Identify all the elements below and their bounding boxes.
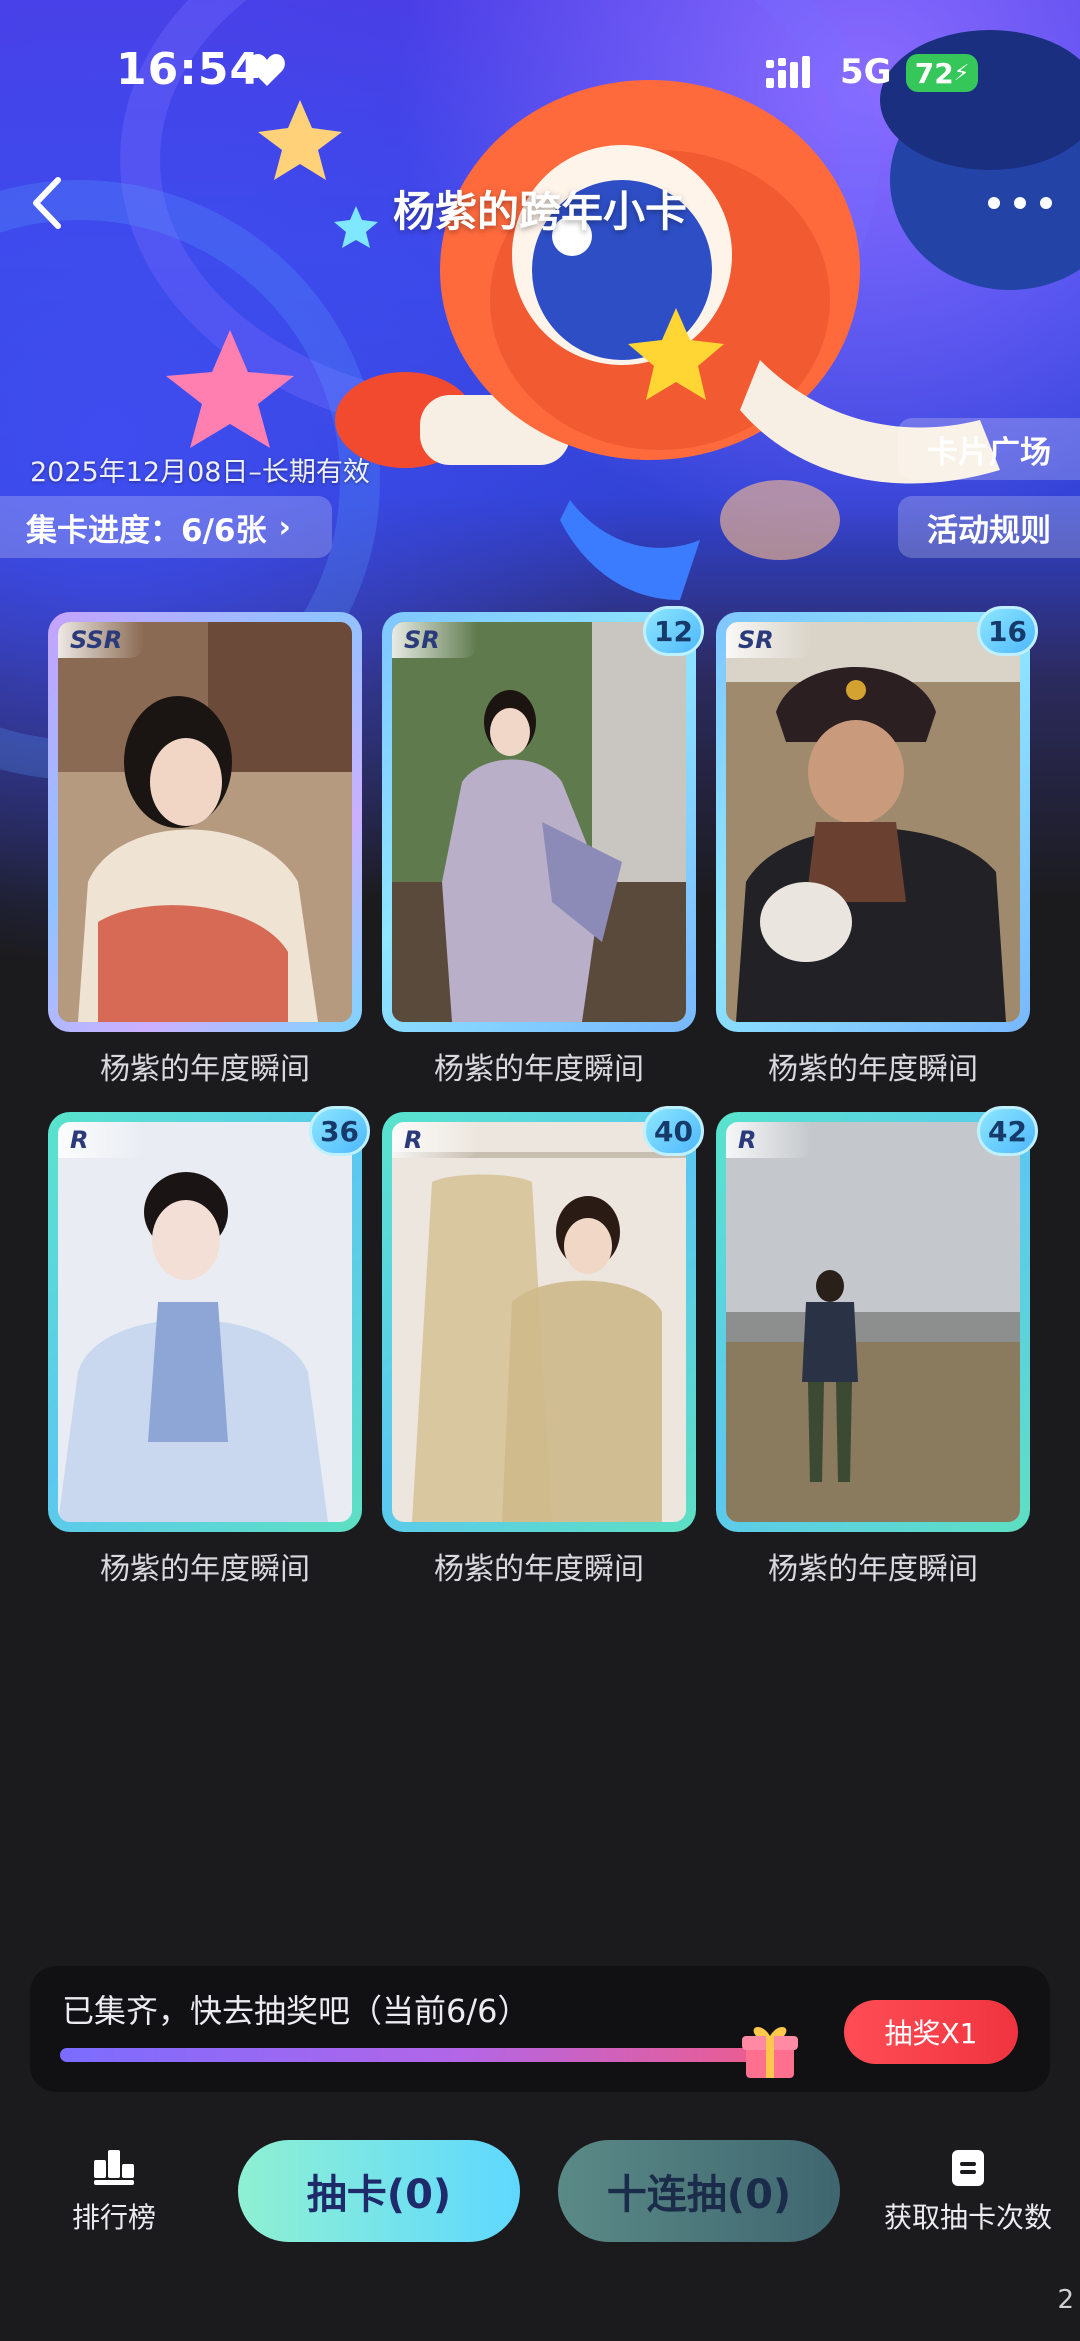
battery-level: 72 [914, 56, 954, 90]
card-item[interactable]: R 36 [48, 1106, 370, 1532]
card-photo [726, 1122, 1020, 1522]
card-item[interactable]: R 40 [382, 1106, 704, 1532]
card-photo [58, 622, 352, 1022]
draw-ten-button[interactable]: 十连抽(0) [558, 2140, 840, 2242]
card-count-badge: 12 [643, 606, 704, 656]
more-options-icon[interactable] [980, 178, 1060, 228]
card-caption: 杨紫的年度瞬间 [768, 1052, 978, 1087]
network-type: 5G [840, 52, 892, 92]
heart-icon [249, 54, 285, 86]
rarity-badge: SR [726, 622, 812, 658]
charging-icon: ⚡ [953, 60, 970, 86]
get-draws-button[interactable]: 获取抽卡次数 [876, 2150, 1060, 2236]
card-photo [58, 1122, 352, 1522]
status-time: 16:54 [116, 44, 262, 95]
back-button[interactable] [20, 168, 80, 238]
card-photo-image [392, 622, 686, 1022]
card-count-badge: 40 [643, 1106, 704, 1156]
card-photo-image [58, 622, 352, 1022]
collect-progress-label: 集卡进度：6/6张 [26, 512, 267, 549]
ranking-icon [94, 2150, 134, 2185]
rarity-badge: R [726, 1122, 812, 1158]
draw-one-button[interactable]: 抽卡(0) [238, 2140, 520, 2242]
card-count-badge: 16 [977, 606, 1038, 656]
card-count-badge: 42 [977, 1106, 1038, 1156]
card-caption: 杨紫的年度瞬间 [768, 1552, 978, 1587]
signal-icon [766, 56, 810, 88]
validity-period: 2025年12月08日–长期有效 [30, 457, 370, 488]
card-item[interactable]: SR 12 [382, 606, 704, 1032]
card-photo [392, 622, 686, 1022]
collect-progress-bar [60, 2048, 780, 2062]
card-photo-image [726, 622, 1020, 1022]
corner-digit: 2 [1057, 2285, 1074, 2315]
card-photo-image [392, 1122, 686, 1522]
card-item[interactable]: R 42 [716, 1106, 1038, 1532]
collect-message: 已集齐，快去抽奖吧（当前6/6） [62, 1992, 530, 2030]
card-caption: 杨紫的年度瞬间 [434, 1052, 644, 1087]
card-caption: 杨紫的年度瞬间 [100, 1552, 310, 1587]
card-item[interactable]: SR 16 [716, 606, 1038, 1032]
rarity-badge: SR [392, 622, 478, 658]
card-count-badge: 36 [309, 1106, 370, 1156]
ticket-icon [952, 2150, 984, 2186]
card-item[interactable]: SSR [48, 612, 362, 1032]
card-caption: 杨紫的年度瞬间 [100, 1052, 310, 1087]
gift-icon [742, 2026, 798, 2078]
page-title: 杨紫的跨年小卡 [392, 187, 687, 236]
get-draws-label: 获取抽卡次数 [883, 2201, 1052, 2234]
lottery-button[interactable]: 抽奖X1 [844, 2000, 1018, 2064]
rarity-badge: R [58, 1122, 144, 1158]
rarity-badge: R [392, 1122, 478, 1158]
chevron-right-icon: › [278, 509, 291, 545]
card-photo-image [58, 1122, 352, 1522]
collect-progress-chip[interactable]: 集卡进度：6/6张 › [0, 496, 332, 558]
ranking-label: 排行榜 [71, 2201, 156, 2234]
card-caption: 杨紫的年度瞬间 [434, 1552, 644, 1587]
rarity-badge: SSR [58, 622, 144, 658]
activity-rules-button[interactable]: 活动规则 [898, 496, 1080, 558]
status-bar: 16:54 5G 72 ⚡ [0, 0, 1080, 150]
ranking-button[interactable]: 排行榜 [56, 2150, 172, 2236]
card-photo-image [726, 1122, 1020, 1522]
card-plaza-button[interactable]: 卡片广场 [898, 418, 1080, 480]
card-photo [726, 622, 1020, 1022]
collect-complete-panel: 已集齐，快去抽奖吧（当前6/6） 抽奖X1 [30, 1966, 1050, 2092]
card-photo [392, 1122, 686, 1522]
battery-indicator: 72 ⚡ [906, 54, 978, 92]
